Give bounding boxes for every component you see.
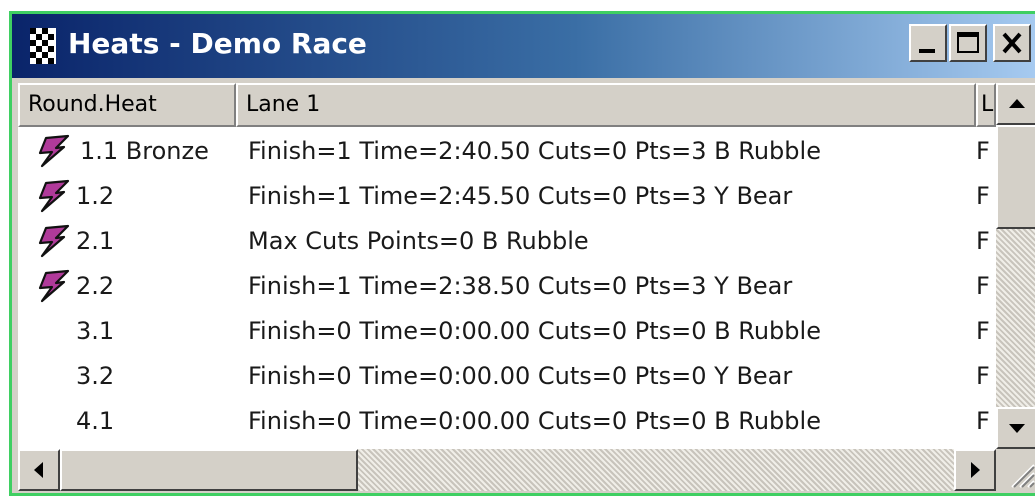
lightning-bolt-icon xyxy=(38,269,70,303)
size-grip-icon xyxy=(1011,464,1035,488)
close-icon xyxy=(1002,32,1022,54)
lane-2-cell: F xyxy=(976,407,990,435)
lane-1-cell: Finish=1 Time=2:40.50 Cuts=0 Pts=3 B Rub… xyxy=(248,137,821,165)
minimize-button[interactable] xyxy=(909,24,947,62)
column-header-lane-2[interactable]: L xyxy=(976,83,996,127)
lane-1-cell: Finish=1 Time=2:45.50 Cuts=0 Pts=3 Y Bea… xyxy=(248,182,793,210)
column-header-lane-1[interactable]: Lane 1 xyxy=(236,83,976,127)
round-heat-cell: 2.2 xyxy=(76,272,115,300)
round-heat-cell: 4.1 xyxy=(76,407,115,435)
arrow-left-icon xyxy=(34,462,43,478)
lane-2-cell: F xyxy=(976,227,990,255)
horizontal-scrollbar[interactable] xyxy=(18,449,996,491)
minimize-icon xyxy=(919,49,935,53)
size-grip[interactable] xyxy=(996,449,1035,491)
table-row[interactable]: 1.1 Bronze Finish=1 Time=2:40.50 Cuts=0 … xyxy=(18,129,1035,174)
vertical-scroll-thumb[interactable] xyxy=(996,125,1035,229)
scroll-right-button[interactable] xyxy=(954,449,996,491)
arrow-down-icon xyxy=(1009,424,1025,433)
maximize-icon xyxy=(957,32,979,53)
heats-grid[interactable]: Round.Heat Lane 1 L 1.1 Bronze Finish=1 … xyxy=(18,83,1035,491)
table-row[interactable]: 3.2 Finish=0 Time=0:00.00 Cuts=0 Pts=0 Y… xyxy=(18,354,1035,399)
lane-2-cell: F xyxy=(976,137,990,165)
lane-2-cell: F xyxy=(976,362,990,390)
table-row[interactable]: 4.1 Finish=0 Time=0:00.00 Cuts=0 Pts=0 B… xyxy=(18,399,1035,444)
close-button[interactable] xyxy=(993,24,1031,62)
lightning-bolt-icon xyxy=(38,179,70,213)
lane-1-cell: Finish=1 Time=2:38.50 Cuts=0 Pts=3 Y Bea… xyxy=(248,272,793,300)
lane-1-cell: Finish=0 Time=0:00.00 Cuts=0 Pts=0 B Rub… xyxy=(248,317,821,345)
lane-1-cell: Finish=0 Time=0:00.00 Cuts=0 Pts=0 Y Bea… xyxy=(248,362,793,390)
arrow-up-icon xyxy=(1009,99,1025,108)
round-heat-cell: 2.1 xyxy=(76,227,115,255)
scroll-down-button[interactable] xyxy=(996,407,1035,449)
round-heat-cell: 3.2 xyxy=(76,362,115,390)
table-row[interactable]: 2.1 Max Cuts Points=0 B Rubble F xyxy=(18,219,1035,264)
lightning-bolt-icon xyxy=(38,224,70,258)
maximize-button[interactable] xyxy=(949,24,987,62)
checkered-flag-icon xyxy=(30,28,56,64)
arrow-right-icon xyxy=(971,462,980,478)
round-heat-cell: 1.2 xyxy=(76,182,115,210)
lane-1-cell: Finish=0 Time=0:00.00 Cuts=0 Pts=0 B Rub… xyxy=(248,407,821,435)
horizontal-scroll-thumb[interactable] xyxy=(60,449,358,491)
title-bar[interactable]: Heats - Demo Race xyxy=(12,14,1035,78)
lightning-bolt-icon xyxy=(38,134,70,168)
column-header-round-heat[interactable]: Round.Heat xyxy=(18,83,236,127)
scroll-left-button[interactable] xyxy=(18,449,60,491)
table-row[interactable]: 2.2 Finish=1 Time=2:38.50 Cuts=0 Pts=3 Y… xyxy=(18,264,1035,309)
round-heat-cell: 1.1 Bronze xyxy=(80,137,209,165)
lane-2-cell: F xyxy=(976,272,990,300)
lane-2-cell: F xyxy=(976,182,990,210)
heats-window: Heats - Demo Race Round.Heat Lane 1 L 1.… xyxy=(9,11,1035,496)
scroll-up-button[interactable] xyxy=(996,83,1035,125)
table-row[interactable]: 1.2 Finish=1 Time=2:45.50 Cuts=0 Pts=3 Y… xyxy=(18,174,1035,219)
vertical-scrollbar[interactable] xyxy=(996,83,1035,491)
window-title: Heats - Demo Race xyxy=(68,27,367,60)
table-row[interactable]: 3.1 Finish=0 Time=0:00.00 Cuts=0 Pts=0 B… xyxy=(18,309,1035,354)
round-heat-cell: 3.1 xyxy=(76,317,115,345)
lane-2-cell: F xyxy=(976,317,990,345)
lane-1-cell: Max Cuts Points=0 B Rubble xyxy=(248,227,589,255)
